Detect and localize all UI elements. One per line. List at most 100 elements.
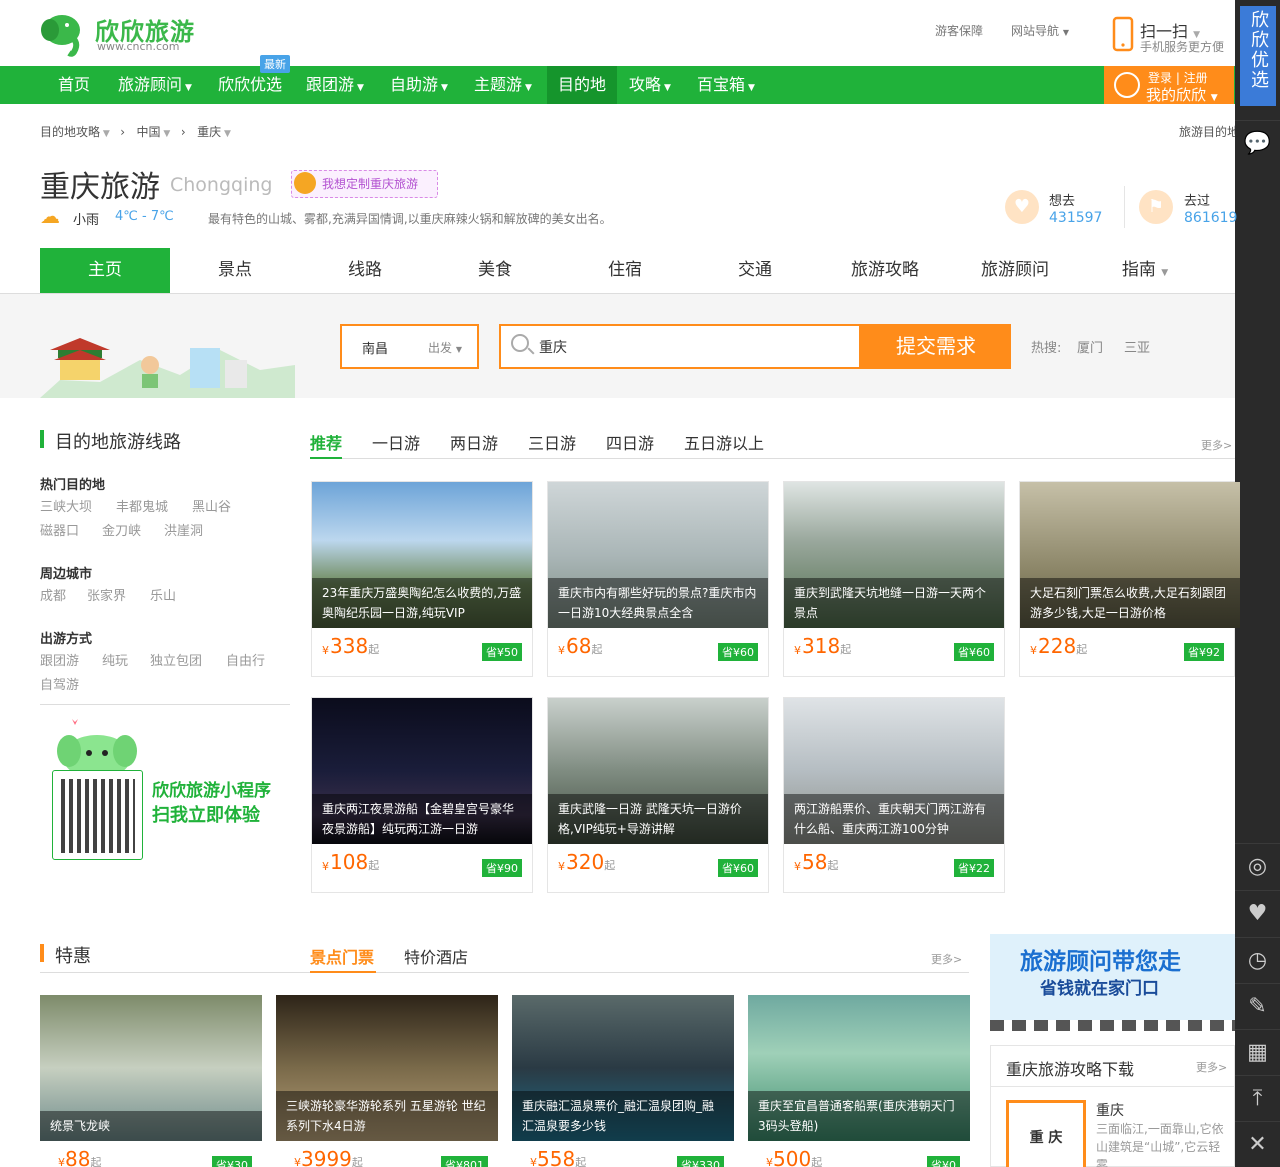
travel-mode-link[interactable]: 跟团游 [40, 650, 79, 669]
routes-more-link[interactable]: 更多> [1201, 437, 1232, 453]
subtab-two-day[interactable]: 两日游 [450, 430, 498, 454]
departure-select[interactable]: 南昌 出发 ▼ [340, 324, 479, 369]
tab-food[interactable]: 美食 [430, 248, 560, 293]
deal-caption[interactable]: 重庆至宜昌普通客船票(重庆港朝天门3码头登船) [748, 1091, 970, 1141]
deals-more-link[interactable]: 更多> [931, 951, 962, 967]
nav-toolbox[interactable]: 百宝箱 ▼ [687, 66, 765, 104]
travel-mode-link[interactable]: 纯玩 [102, 650, 128, 669]
breadcrumb-item[interactable]: 重庆 [197, 125, 221, 139]
route-caption[interactable]: 两江游船票价、重庆朝天门两江游有什么船、重庆两江游100分钟 [784, 794, 1004, 844]
routes-title: 目的地旅游线路 [55, 432, 181, 453]
dest-link[interactable]: 丰都鬼城 [116, 496, 168, 515]
travel-mode-link[interactable]: 自驾游 [40, 674, 79, 693]
guide-book-cover[interactable]: 重 庆 [1006, 1100, 1086, 1167]
submit-request-button[interactable]: 提交需求 [861, 324, 1011, 369]
flag-icon[interactable]: ⚑ [1139, 190, 1173, 224]
route-price: 338起 [330, 634, 380, 658]
deal-caption[interactable]: 重庆融汇温泉票价_融汇温泉团购_融汇温泉要多少钱 [512, 1091, 734, 1141]
route-caption[interactable]: 重庆武隆一日游 武隆天坑一日游价格,VIP纯玩+导游讲解 [548, 794, 768, 844]
wechat-icon[interactable]: 💬 [1235, 120, 1280, 165]
hot-search-link[interactable]: 三亚 [1124, 337, 1150, 356]
hot-search-link[interactable]: 厦门 [1077, 337, 1103, 356]
subtab-one-day[interactable]: 一日游 [372, 430, 420, 454]
section-marker [40, 430, 44, 448]
nav-guide[interactable]: 攻略 ▼ [619, 66, 681, 104]
tab-transport[interactable]: 交通 [690, 248, 820, 293]
deal-caption[interactable]: 三峡游轮豪华游轮系列 五星游轮 世纪系列下水4日游 [276, 1091, 498, 1141]
travel-mode-link[interactable]: 独立包团 [150, 650, 202, 669]
user-icon[interactable]: ◎ [1235, 843, 1280, 888]
nav-destination[interactable]: 目的地 [547, 66, 617, 104]
site-nav-link[interactable]: 网站导航 ▼ [1011, 22, 1069, 39]
breadcrumb-item[interactable]: 目的地攻略 [40, 125, 100, 139]
dest-link[interactable]: 三峡大坝 [40, 496, 92, 515]
deal-card[interactable]: 统景飞龙峡 ¥88起 省¥30 [40, 995, 262, 1167]
breadcrumb-item[interactable]: 中国 [137, 125, 161, 139]
subtab-tickets[interactable]: 景点门票 [310, 944, 374, 968]
download-title: 重庆旅游攻略下载 [1006, 1060, 1135, 1079]
route-card[interactable]: 23年重庆万盛奥陶纪怎么收费的,万盛奥陶纪乐园一日游,纯玩VIP ¥338起 省¥5… [311, 481, 533, 677]
save-badge: 省¥22 [954, 859, 994, 877]
download-more-link[interactable]: 更多> [1196, 1059, 1227, 1075]
city-link[interactable]: 成都 [40, 585, 66, 604]
deal-caption[interactable]: 统景飞龙峡 [40, 1111, 262, 1141]
route-card[interactable]: 两江游船票价、重庆朝天门两江游有什么船、重庆两江游100分钟 ¥58起 省¥22 [783, 697, 1005, 893]
route-price: 58起 [802, 850, 839, 874]
clock-icon[interactable]: ◷ [1235, 937, 1280, 982]
route-caption[interactable]: 重庆到武隆天坑地缝一日游一天两个景点 [784, 578, 1004, 628]
nav-group-tour[interactable]: 跟团游 ▼ [296, 66, 374, 104]
subtab-five-plus[interactable]: 五日游以上 [684, 430, 764, 454]
qrcode-icon[interactable]: ▦ [1235, 1029, 1280, 1074]
top-arrow-icon[interactable]: ⤒ [1235, 1075, 1280, 1120]
route-card[interactable]: 重庆到武隆天坑地缝一日游一天两个景点 ¥318起 省¥60 [783, 481, 1005, 677]
save-badge: 省¥60 [718, 859, 758, 877]
route-caption[interactable]: 大足石刻门票怎么收费,大足石刻跟团游多少钱,大足一日游价格 [1020, 578, 1240, 628]
new-badge: 最新 [260, 55, 290, 73]
deal-card[interactable]: 重庆至宜昌普通客船票(重庆港朝天门3码头登船) ¥500起 省¥0 [748, 995, 970, 1167]
heart-icon[interactable]: ♥ [1005, 190, 1039, 224]
tab-routes[interactable]: 线路 [300, 248, 430, 293]
deal-card[interactable]: 重庆融汇温泉票价_融汇温泉团购_融汇温泉要多少钱 ¥558起 省¥330 [512, 995, 734, 1167]
deal-card[interactable]: 三峡游轮豪华游轮系列 五星游轮 世纪系列下水4日游 ¥3999起 省¥801 [276, 995, 498, 1167]
route-card[interactable]: 重庆市内有哪些好玩的景点?重庆市内一日游10大经典景点全含 ¥68起 省¥60 [547, 481, 769, 677]
active-subtab-underline [310, 457, 342, 459]
route-card[interactable]: 大足石刻门票怎么收费,大足石刻跟团游多少钱,大足一日游价格 ¥228起 省¥92 [1019, 481, 1240, 677]
advisor-ad-banner[interactable]: 旅游顾问带您走 省钱就在家门口 [990, 934, 1235, 1031]
breadcrumb-right-link[interactable]: 旅游目的地 [1179, 123, 1235, 140]
tab-advisor[interactable]: 旅游顾问 [950, 248, 1080, 293]
route-card[interactable]: 重庆武隆一日游 武隆天坑一日游价格,VIP纯玩+导游讲解 ¥320起 省¥60 [547, 697, 769, 893]
dest-link[interactable]: 黑山谷 [192, 496, 231, 515]
login-box[interactable]: 登录 | 注册 我的欣欣 ▼ [1104, 66, 1234, 104]
nav-home[interactable]: 首页 [48, 66, 100, 104]
pencil-icon[interactable]: ✎ [1235, 983, 1280, 1028]
dest-link[interactable]: 磁器口 [40, 520, 79, 539]
city-link[interactable]: 乐山 [150, 585, 176, 604]
tab-home[interactable]: 主页 [40, 248, 170, 293]
tab-hotel[interactable]: 住宿 [560, 248, 690, 293]
youxuan-promo[interactable]: 欣欣优选 [1240, 6, 1276, 106]
subtab-recommend[interactable]: 推荐 [310, 430, 342, 454]
dest-link[interactable]: 洪崖洞 [164, 520, 203, 539]
nav-theme-tour[interactable]: 主题游 ▼ [464, 66, 542, 104]
dest-link[interactable]: 金刀峡 [102, 520, 141, 539]
nav-advisor[interactable]: 旅游顾问 ▼ [108, 66, 202, 104]
tab-guide[interactable]: 指南 ▼ [1080, 248, 1210, 293]
tab-sights[interactable]: 景点 [170, 248, 300, 293]
tab-strategy[interactable]: 旅游攻略 [820, 248, 950, 293]
my-account-link[interactable]: 我的欣欣 ▼ [1146, 84, 1218, 105]
heart-icon[interactable]: ♥ [1235, 890, 1280, 935]
guide-name[interactable]: 重庆 [1096, 1100, 1124, 1120]
close-icon[interactable]: ✕ [1235, 1121, 1280, 1166]
route-card[interactable]: 重庆两江夜景游船【金碧皇宫号豪华夜景游船】纯玩两江游一日游 ¥108起 省¥90 [311, 697, 533, 893]
guarantee-link[interactable]: 游客保障 [935, 22, 983, 39]
subtab-four-day[interactable]: 四日游 [606, 430, 654, 454]
route-caption[interactable]: 23年重庆万盛奥陶纪怎么收费的,万盛奥陶纪乐园一日游,纯玩VIP [312, 578, 532, 628]
subtab-three-day[interactable]: 三日游 [528, 430, 576, 454]
travel-mode-link[interactable]: 自由行 [226, 650, 265, 669]
subtab-hotels[interactable]: 特价酒店 [404, 944, 468, 968]
search-input[interactable] [539, 336, 849, 358]
city-link[interactable]: 张家界 [87, 585, 126, 604]
route-caption[interactable]: 重庆两江夜景游船【金碧皇宫号豪华夜景游船】纯玩两江游一日游 [312, 794, 532, 844]
nav-self-tour[interactable]: 自助游 ▼ [380, 66, 458, 104]
route-caption[interactable]: 重庆市内有哪些好玩的景点?重庆市内一日游10大经典景点全含 [548, 578, 768, 628]
